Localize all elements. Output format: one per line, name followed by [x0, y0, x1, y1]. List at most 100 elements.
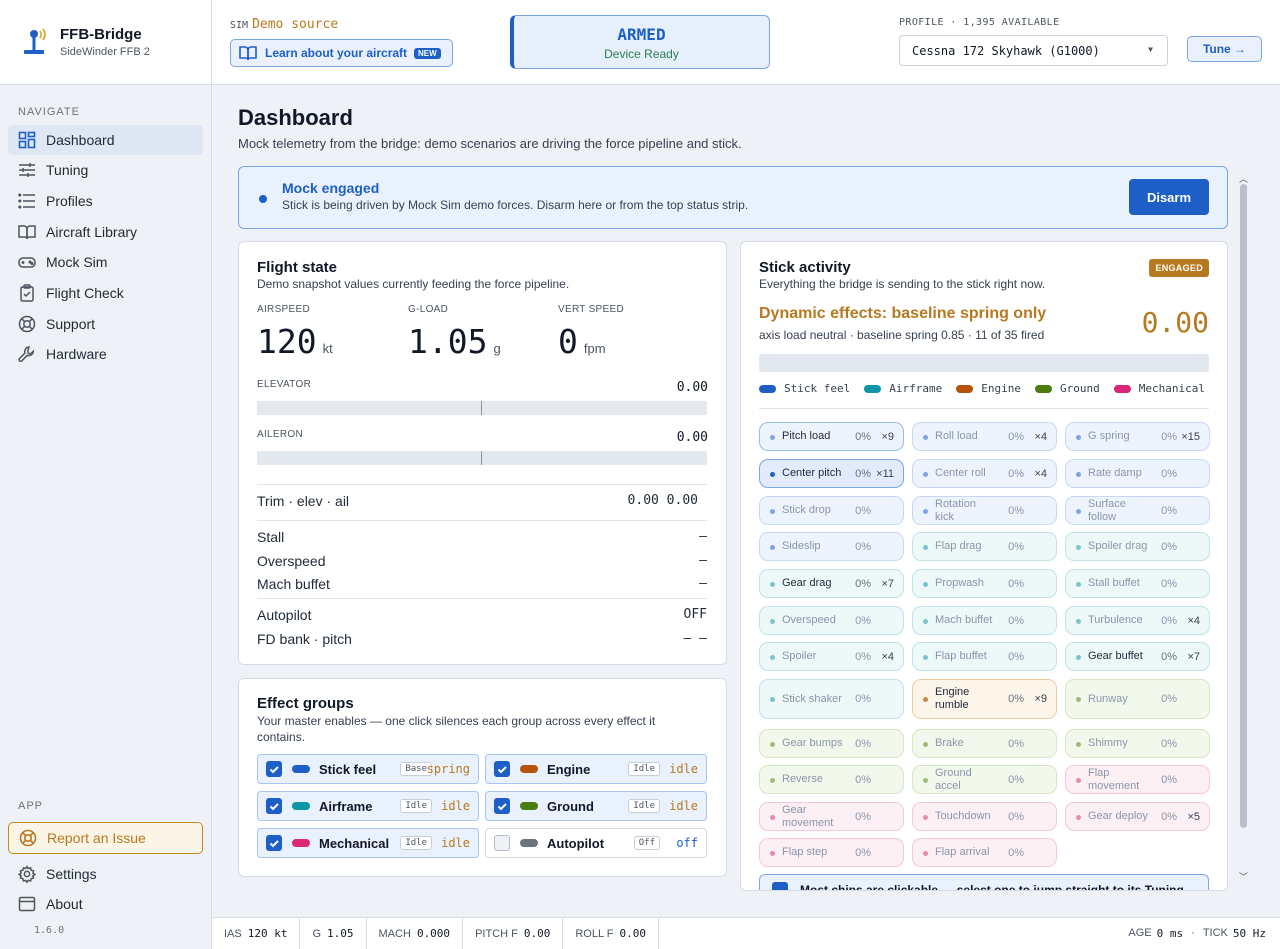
checkbox[interactable]	[494, 761, 510, 777]
report-issue-button[interactable]: Report an Issue	[8, 822, 203, 854]
effect-chip-spoiler-drag[interactable]: Spoiler drag 0%	[1065, 532, 1210, 561]
learn-aircraft-button[interactable]: Learn about your aircraft NEW	[230, 39, 453, 67]
checkbox[interactable]	[494, 835, 510, 851]
chip-label: Touchdown	[935, 810, 991, 822]
effect-chip-flap-drag[interactable]: Flap drag 0%	[912, 532, 1057, 561]
effect-chip-surface-follow[interactable]: Surface follow 0%	[1065, 496, 1210, 525]
effect-chip-pitch-load[interactable]: Pitch load 0% ×9	[759, 422, 904, 451]
effect-chip-stick-drop[interactable]: Stick drop 0%	[759, 496, 904, 525]
checkbox[interactable]	[266, 835, 282, 851]
chip-percent: 0%	[855, 541, 871, 553]
sidebar-item-profiles[interactable]: Profiles	[8, 186, 203, 216]
autopilot-row: Autopilot OFF	[257, 607, 707, 623]
chip-label: Runway	[1088, 692, 1128, 705]
scrollbar-thumb[interactable]	[1240, 184, 1247, 828]
legend-swatch	[956, 384, 974, 393]
vs-unit: fpm	[583, 341, 606, 356]
effect-chip-flap-movement[interactable]: Flap movement 0%	[1065, 765, 1210, 794]
sidebar-item-mock-sim[interactable]: Mock Sim	[8, 247, 203, 277]
effect-chip-gear-drag[interactable]: Gear drag 0% ×7	[759, 569, 904, 598]
brand: FFB-Bridge SideWinder FFB 2	[0, 0, 211, 85]
sidebar-item-about[interactable]: About	[8, 889, 203, 919]
gload-label: G-LOAD	[408, 304, 449, 315]
chip-percent: 0%	[855, 693, 871, 705]
chip-percent: 0%	[855, 651, 871, 663]
effect-chip-stick-shaker[interactable]: Stick shaker 0%	[759, 679, 904, 719]
effect-chip-sideslip[interactable]: Sideslip 0%	[759, 532, 904, 561]
sidebar-item-flight-check[interactable]: Flight Check	[8, 278, 203, 308]
trim-value: 0.00 0.00	[627, 493, 698, 508]
effect-group-mechanical[interactable]: Mechanical Idle idle	[257, 828, 479, 858]
checkbox[interactable]	[266, 761, 282, 777]
effect-chip-spoiler[interactable]: Spoiler 0% ×4	[759, 642, 904, 671]
effect-chip-rate-damp[interactable]: Rate damp 0%	[1065, 459, 1210, 488]
effect-chip-gear-deploy[interactable]: Gear deploy 0% ×5	[1065, 802, 1210, 831]
effect-chip-g-spring[interactable]: G spring 0% ×15	[1065, 422, 1210, 451]
sidebar-item-settings[interactable]: Settings	[8, 859, 203, 889]
nav-heading: NAVIGATE	[18, 106, 80, 118]
card-subtitle: Everything the bridge is sending to the …	[759, 277, 1046, 291]
chip-percent: 0%	[1161, 615, 1177, 627]
dynamic-effects-sub: axis load neutral · baseline spring 0.85…	[759, 328, 1045, 342]
effect-chip-roll-load[interactable]: Roll load 0% ×4	[912, 422, 1057, 451]
effect-group-ground[interactable]: Ground Idle idle	[485, 791, 707, 821]
sidebar-item-hardware[interactable]: Hardware	[8, 339, 203, 369]
profile-select[interactable]: Cessna 172 Skyhawk (G1000) ▼	[899, 35, 1168, 66]
chip-label: Surface follow	[1088, 497, 1126, 523]
effect-chip-touchdown[interactable]: Touchdown 0%	[912, 802, 1057, 831]
effect-group-engine[interactable]: Engine Idle idle	[485, 754, 707, 784]
sim-label: SIM	[230, 20, 249, 31]
chip-percent: 0%	[1008, 505, 1024, 517]
chip-label: Ground accel	[935, 766, 972, 792]
sidebar-item-label: Hardware	[46, 346, 107, 362]
sidebar: FFB-Bridge SideWinder FFB 2 NAVIGATE Das…	[0, 0, 212, 949]
effect-chip-runway[interactable]: Runway 0%	[1065, 679, 1210, 719]
effect-chip-shimmy[interactable]: Shimmy 0%	[1065, 729, 1210, 758]
chip-dot	[923, 742, 928, 747]
effect-chip-center-roll[interactable]: Center roll 0% ×4	[912, 459, 1057, 488]
legend-swatch	[864, 384, 882, 393]
effect-chip-propwash[interactable]: Propwash 0%	[912, 569, 1057, 598]
chip-percent: 0%	[1008, 651, 1024, 663]
sidebar-item-support[interactable]: Support	[8, 309, 203, 339]
checkbox[interactable]	[266, 798, 282, 814]
effect-chip-mach-buffet[interactable]: Mach buffet 0%	[912, 606, 1057, 635]
effect-group-airframe[interactable]: Airframe Idle idle	[257, 791, 479, 821]
chip-percent: 0%	[1161, 541, 1177, 553]
sim-source: SIM Demo source	[230, 17, 338, 32]
effect-chip-overspeed[interactable]: Overspeed 0%	[759, 606, 904, 635]
chip-label: Propwash	[935, 577, 984, 589]
armed-label: ARMED	[617, 25, 666, 44]
effect-chip-gear-bumps[interactable]: Gear bumps 0%	[759, 729, 904, 758]
sidebar-item-label: Aircraft Library	[46, 224, 138, 240]
sidebar-item-aircraft-library[interactable]: Aircraft Library	[8, 217, 203, 247]
chip-label: Gear buffet	[1088, 650, 1143, 662]
scroll-down-icon[interactable]: ﹀	[1239, 870, 1248, 883]
effect-chip-stall-buffet[interactable]: Stall buffet 0%	[1065, 569, 1210, 598]
sidebar-item-dashboard[interactable]: Dashboard	[8, 125, 203, 155]
chip-label: Stick drop	[782, 504, 831, 516]
effect-chip-flap-buffet[interactable]: Flap buffet 0%	[912, 642, 1057, 671]
effect-chip-center-pitch[interactable]: Center pitch 0% ×11	[759, 459, 904, 488]
effect-chip-engine-rumble[interactable]: Engine rumble 0% ×9	[912, 679, 1057, 719]
effect-chip-gear-buffet[interactable]: Gear buffet 0% ×7	[1065, 642, 1210, 671]
armed-status[interactable]: ARMED Device Ready	[510, 15, 770, 69]
effect-chip-reverse[interactable]: Reverse 0%	[759, 765, 904, 794]
effect-chip-flap-step[interactable]: Flap step 0%	[759, 838, 904, 867]
chip-percent: 0%	[1161, 738, 1177, 750]
effect-chip-rotation-kick[interactable]: Rotation kick 0%	[912, 496, 1057, 525]
disarm-button[interactable]: Disarm	[1129, 179, 1209, 215]
effect-group-autopilot[interactable]: Autopilot Off off	[485, 828, 707, 858]
effect-chip-brake[interactable]: Brake 0%	[912, 729, 1057, 758]
effect-chip-gear-movement[interactable]: Gear movement 0%	[759, 802, 904, 831]
chip-percent: 0%	[855, 774, 871, 786]
effect-chip-ground-accel[interactable]: Ground accel 0%	[912, 765, 1057, 794]
chip-dot	[770, 655, 775, 660]
effect-chip-flap-arrival[interactable]: Flap arrival 0%	[912, 838, 1057, 867]
effect-chip-turbulence[interactable]: Turbulence 0% ×4	[1065, 606, 1210, 635]
scrollbar[interactable]: ︿ ﹀	[1236, 170, 1252, 890]
effect-group-stick-feel[interactable]: Stick feel Base spring	[257, 754, 479, 784]
sidebar-item-tuning[interactable]: Tuning	[8, 155, 203, 185]
checkbox[interactable]	[494, 798, 510, 814]
tune-button[interactable]: Tune →	[1187, 36, 1262, 62]
